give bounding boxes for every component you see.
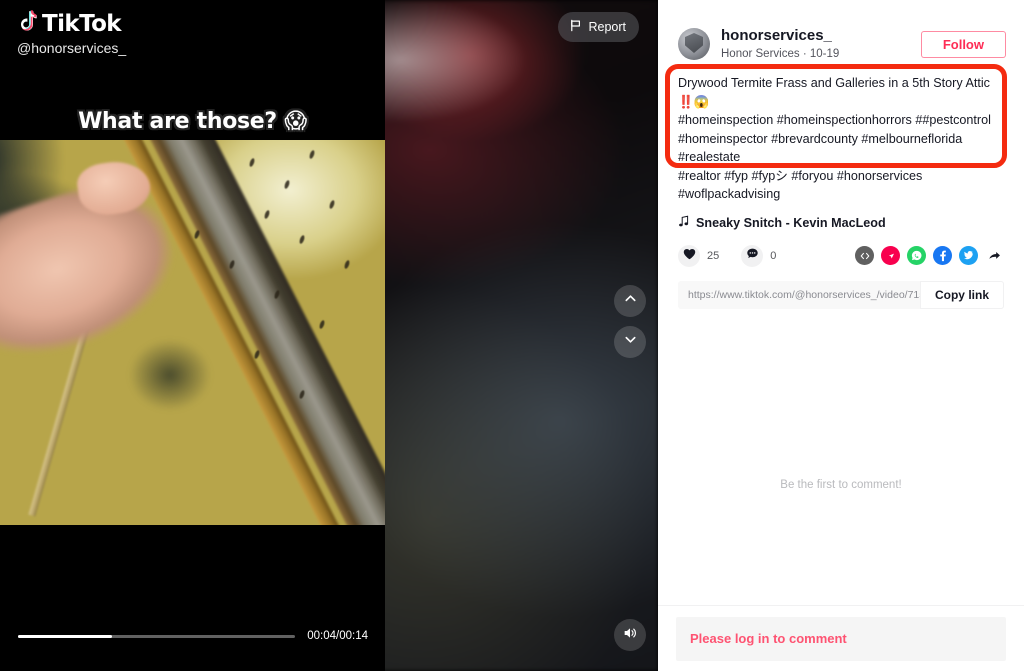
login-prompt-text[interactable]: Please log in to comment [690,631,847,646]
description-line-1: Drywood Termite Frass and Galleries in a… [678,76,990,109]
like-count: 25 [707,249,720,262]
comment-stat[interactable]: 0 [741,244,777,267]
video-progress-row[interactable]: 00:04/00:14 [18,630,368,642]
tiktok-note-icon [17,10,37,37]
video-progress-bar[interactable] [18,634,296,638]
author-username[interactable]: honorservices_ [721,26,921,45]
share-arrow-icon[interactable] [985,246,1004,265]
login-bar: Please log in to comment [658,605,1024,671]
comments-empty-text: Be the first to comment! [780,478,902,491]
tiktok-logo-text: TikTok [42,10,122,37]
video-content-image [0,140,385,525]
chevron-down-icon [623,332,638,352]
music-note-icon [678,215,690,231]
twitter-icon[interactable] [959,246,978,265]
whatsapp-icon[interactable] [907,246,926,265]
author-separator: · [802,48,807,60]
previous-video-button[interactable] [614,285,646,317]
chevron-up-icon [623,291,638,311]
description-line-3[interactable]: #homeinspector #brevardcounty #melbourne… [678,130,1004,167]
volume-icon [622,625,638,646]
heart-icon [683,247,696,265]
video-time-label: 00:04/00:14 [307,630,368,642]
like-stat[interactable]: 25 [678,244,720,267]
comments-area: Be the first to comment! [658,309,1024,606]
video-description: Drywood Termite Frass and Galleries in a… [658,70,1024,231]
description-line-2[interactable]: #homeinspection #homeinspectionhorrors #… [678,111,1004,130]
description-line-4[interactable]: #realtor #fyp #fypシ #foryou #honorservic… [678,167,1004,204]
author-display-name: Honor Services [721,48,800,60]
author-meta: honorservices_ Honor Services · 10-19 [721,26,921,62]
share-icon-group [855,246,1004,265]
music-title: Sneaky Snitch - Kevin MacLeod [696,215,886,230]
engagement-row: 25 0 [658,231,1024,267]
comment-button[interactable] [741,244,764,267]
login-prompt-box[interactable]: Please log in to comment [676,616,1006,661]
music-row[interactable]: Sneaky Snitch - Kevin MacLeod [678,215,1004,231]
author-subtitle: Honor Services · 10-19 [721,46,921,62]
video-caption-overlay: What are those? 😱 [78,109,307,134]
video-frame[interactable]: What are those? 😱 [0,0,385,671]
report-button[interactable]: Report [558,12,639,42]
follow-button[interactable]: Follow [920,30,1006,58]
volume-button[interactable] [614,619,646,651]
tiktok-video-page: What are those? 😱 TikTok @honorservices_ [0,0,1024,671]
video-info-panel: honorservices_ Honor Services · 10-19 Fo… [658,0,1024,671]
video-player-pane[interactable]: What are those? 😱 TikTok @honorservices_ [0,0,658,671]
embed-icon[interactable] [855,246,874,265]
facebook-icon[interactable] [933,246,952,265]
tiktok-logo[interactable]: TikTok [17,10,122,37]
copy-link-button[interactable]: Copy link [919,280,1004,309]
author-row: honorservices_ Honor Services · 10-19 Fo… [658,0,1024,70]
video-navigation-arrows[interactable] [614,285,646,358]
pinterest-icon[interactable] [881,246,900,265]
report-label: Report [588,20,626,34]
like-button[interactable] [678,244,700,267]
video-author-handle[interactable]: @honorservices_ [17,40,126,56]
flag-icon [569,19,582,35]
comment-bubble-icon [746,247,759,265]
comment-count: 0 [770,249,777,262]
video-letterbox-bottom [0,525,385,671]
video-progress-fill [18,634,113,638]
share-link-row[interactable]: https://www.tiktok.com/@honorservices_/v… [678,280,1004,309]
share-link-text[interactable]: https://www.tiktok.com/@honorservices_/v… [678,281,920,309]
post-date: 10-19 [809,48,840,60]
avatar[interactable] [678,28,710,60]
next-video-button[interactable] [614,326,646,358]
